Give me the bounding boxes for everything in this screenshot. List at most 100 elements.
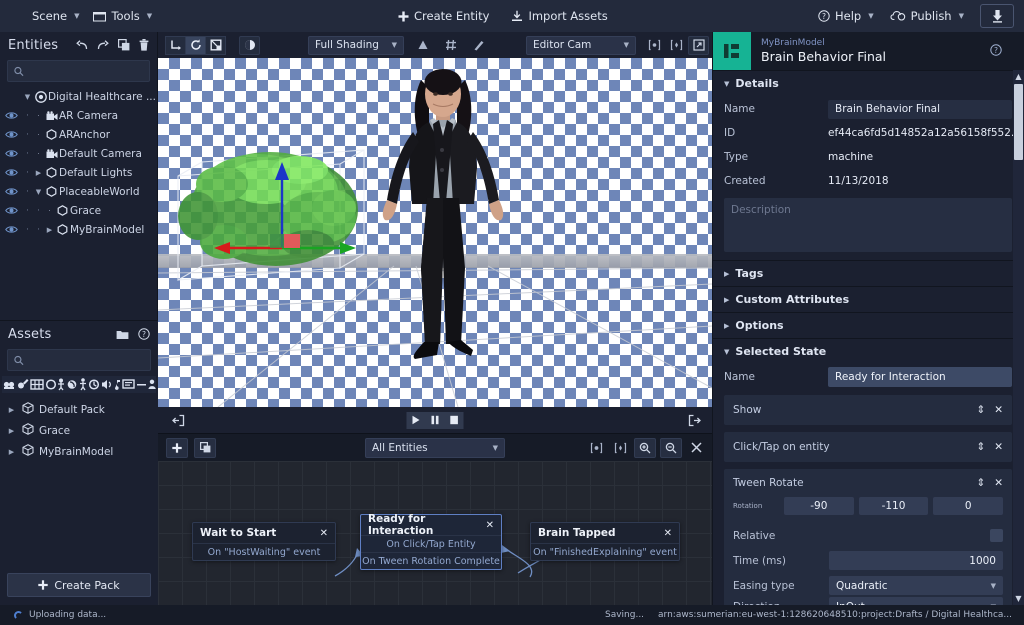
visibility-toggle-icon[interactable] <box>0 201 22 220</box>
details-section-header[interactable]: ▼ Details <box>713 70 1024 96</box>
asset-pack-item[interactable]: ▶ MyBrainModel <box>0 441 158 462</box>
play-button[interactable] <box>406 411 426 429</box>
help-menu[interactable]: ? Help ▼ <box>818 9 874 23</box>
collapsed-section-header[interactable]: ▶ Custom Attributes <box>713 286 1024 312</box>
pause-button[interactable] <box>425 411 445 429</box>
state-transition[interactable]: On Tween Rotation Complete <box>361 552 501 569</box>
asset-pack-item[interactable]: ▶ Grace <box>0 420 158 441</box>
add-state-button[interactable] <box>166 437 188 458</box>
delete-state-icon[interactable]: ✕ <box>664 528 672 539</box>
asset-type-filter-bar[interactable] <box>2 376 156 393</box>
zoom-in-button[interactable] <box>634 437 656 458</box>
rotation-y-input[interactable]: -110 <box>858 497 929 515</box>
remove-action-icon[interactable]: ✕ <box>994 404 1003 416</box>
focus-left-button[interactable] <box>644 36 664 55</box>
chevron-right-icon[interactable]: ▶ <box>44 226 55 234</box>
duplicate-icon[interactable] <box>118 39 130 51</box>
chevron-down-icon[interactable]: ▼ <box>22 93 33 101</box>
entity-tree-item[interactable]: · · ▶ MyBrainModel <box>0 220 157 239</box>
help-icon[interactable]: ? <box>138 328 150 340</box>
description-textarea[interactable]: Description <box>724 198 1012 252</box>
state-node-header[interactable]: Wait to Start ✕ <box>193 523 335 543</box>
wireframe-toggle[interactable] <box>469 36 489 55</box>
inspector-scrollbar[interactable]: ▲ ▼ <box>1013 70 1024 605</box>
zoom-out-button[interactable] <box>660 437 682 458</box>
reorder-icon[interactable]: ⇕ <box>976 404 985 416</box>
rotation-z-input[interactable]: 0 <box>933 497 1004 515</box>
relative-checkbox[interactable] <box>990 529 1003 542</box>
visibility-toggle-icon[interactable] <box>0 220 22 239</box>
state-machine-canvas[interactable]: Wait to Start ✕ On "HostWaiting" event Read… <box>158 461 712 625</box>
state-transition[interactable]: On "FinishedExplaining" event <box>531 543 679 560</box>
assets-search[interactable] <box>7 349 151 371</box>
time-input[interactable]: 1000 <box>829 551 1003 570</box>
world-space-toggle[interactable] <box>239 35 260 55</box>
rotation-x-input[interactable]: -90 <box>784 497 854 515</box>
undo-icon[interactable] <box>76 39 88 51</box>
remove-action-icon[interactable]: ✕ <box>994 477 1003 489</box>
lighting-toggle[interactable] <box>413 36 433 55</box>
camera-select[interactable]: Editor Cam ▼ <box>526 35 636 55</box>
delete-state-icon[interactable]: ✕ <box>320 528 328 539</box>
state-node[interactable]: Brain Tapped ✕ On "FinishedExplaining" eve… <box>530 522 680 561</box>
exit-preview-button[interactable] <box>684 411 704 430</box>
state-transition[interactable]: On Click/Tap Entity <box>361 535 501 552</box>
entity-tree-item[interactable]: · · AR Camera <box>0 106 157 125</box>
delete-state-icon[interactable]: ✕ <box>486 520 494 531</box>
assets-search-input[interactable] <box>28 354 144 366</box>
entity-tree-item[interactable]: · ▼ PlaceableWorld <box>0 182 157 201</box>
fit-horizontal-button[interactable] <box>586 438 606 457</box>
publish-menu[interactable]: Publish ▼ <box>890 9 964 23</box>
close-state-machine-button[interactable] <box>686 438 706 457</box>
reorder-icon[interactable]: ⇕ <box>976 477 985 489</box>
name-input[interactable]: Brain Behavior Final <box>828 99 1012 119</box>
folder-icon[interactable] <box>116 329 129 340</box>
create-pack-button[interactable]: Create Pack <box>7 573 151 597</box>
enter-preview-button[interactable] <box>168 411 188 430</box>
state-node-header[interactable]: Brain Tapped ✕ <box>531 523 679 543</box>
duplicate-state-button[interactable] <box>194 437 216 458</box>
create-entity-button[interactable]: Create Entity <box>398 9 489 23</box>
easing-select[interactable]: Quadratic ▼ <box>829 576 1003 595</box>
fit-vertical-button[interactable] <box>610 438 630 457</box>
visibility-toggle-icon[interactable] <box>0 182 22 201</box>
scroll-up-icon[interactable]: ▲ <box>1013 70 1024 83</box>
grid-toggle[interactable] <box>441 36 461 55</box>
direction-select[interactable]: InOut ▼ <box>829 597 1003 605</box>
chevron-right-icon[interactable]: ▶ <box>33 169 44 177</box>
state-node-header[interactable]: Ready for Interaction ✕ <box>361 513 501 537</box>
chevron-down-icon[interactable]: ▼ <box>33 188 44 196</box>
collapsed-section-header[interactable]: ▶ Options <box>713 312 1024 338</box>
scroll-down-icon[interactable]: ▼ <box>1013 592 1024 605</box>
inspector-help-button[interactable]: ? <box>990 43 1002 59</box>
state-node[interactable]: Ready for Interaction ✕ On Click/Tap Entit… <box>360 513 502 570</box>
visibility-toggle-icon[interactable] <box>0 125 22 144</box>
entity-tree-item[interactable]: ▼ Digital Healthcare ... <box>0 87 157 106</box>
redo-icon[interactable] <box>97 39 109 51</box>
action-card[interactable]: Show ⇕ ✕ <box>724 395 1012 425</box>
state-name-input[interactable]: Ready for Interaction <box>828 367 1012 387</box>
asset-pack-item[interactable]: ▶ Default Pack <box>0 399 158 420</box>
translate-tool-button[interactable] <box>165 35 186 55</box>
visibility-toggle-icon[interactable] <box>0 163 22 182</box>
entities-search-input[interactable] <box>28 65 143 77</box>
scale-tool-button[interactable] <box>205 35 226 55</box>
rotate-tool-button[interactable] <box>185 35 206 55</box>
entity-tree-item[interactable]: · · Default Camera <box>0 144 157 163</box>
visibility-toggle-icon[interactable] <box>0 106 22 125</box>
entities-search[interactable] <box>7 60 150 82</box>
entity-filter-select[interactable]: All Entities ▼ <box>365 437 505 458</box>
import-assets-button[interactable]: Import Assets <box>511 9 608 23</box>
chevron-right-icon[interactable]: ▶ <box>6 427 17 435</box>
entity-tree-item[interactable]: · · ARAnchor <box>0 125 157 144</box>
entity-tree-item[interactable]: · ▶ Default Lights <box>0 163 157 182</box>
state-node[interactable]: Wait to Start ✕ On "HostWaiting" event <box>192 522 336 561</box>
trash-icon[interactable] <box>139 39 149 51</box>
3d-viewport-canvas[interactable] <box>158 58 712 407</box>
collapsed-section-header[interactable]: ▶ Tags <box>713 260 1024 286</box>
publish-button[interactable] <box>980 4 1014 28</box>
fullscreen-button[interactable] <box>688 35 709 55</box>
shading-mode-select[interactable]: Full Shading ▼ <box>308 35 404 55</box>
remove-action-icon[interactable]: ✕ <box>994 441 1003 453</box>
action-card[interactable]: Click/Tap on entity ⇕ ✕ <box>724 432 1012 462</box>
